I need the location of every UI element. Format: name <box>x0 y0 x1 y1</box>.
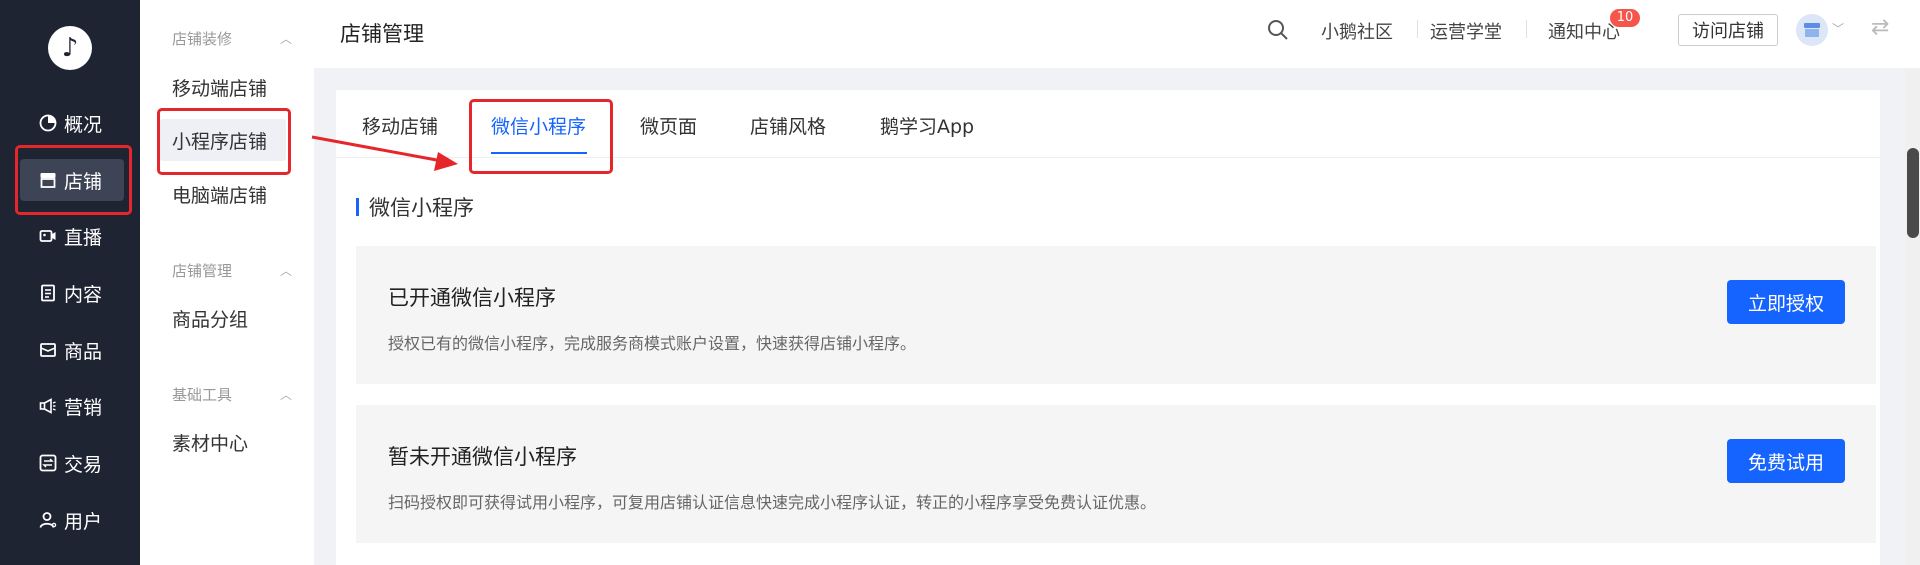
sidebar-item-pc-store[interactable]: 电脑端店铺 <box>160 173 286 215</box>
megaphone-icon <box>38 396 58 416</box>
panel-description: 授权已有的微信小程序，完成服务商模式账户设置，快速获得店铺小程序。 <box>388 334 917 353</box>
switch-icon[interactable]: ⇄ <box>1871 15 1889 40</box>
annotation-arrow <box>311 135 458 171</box>
section-accent-bar <box>356 198 359 216</box>
avatar[interactable] <box>1796 14 1828 46</box>
divider <box>1526 20 1527 38</box>
rail-item-overview[interactable]: 概况 <box>20 102 124 144</box>
free-trial-button[interactable]: 免费试用 <box>1727 439 1845 483</box>
section-title-text: 微信小程序 <box>369 196 474 220</box>
sidebar-item-label: 电脑端店铺 <box>172 184 268 207</box>
sidebar-item-mobile-store[interactable]: 移动端店铺 <box>160 66 286 108</box>
scrollbar[interactable] <box>1905 68 1920 565</box>
sidebar-item-asset-center[interactable]: 素材中心 <box>160 421 286 463</box>
section-title: 微信小程序 <box>356 195 474 220</box>
page-title: 店铺管理 <box>340 22 424 46</box>
rail-item-marketing[interactable]: 营销 <box>20 385 124 427</box>
group-store-management[interactable]: 店铺管理 ︿ <box>172 260 292 281</box>
rail-item-users[interactable]: 用户 <box>20 499 124 541</box>
notification-badge: 10 <box>1610 9 1640 27</box>
group-store-decoration[interactable]: 店铺装修 ︿ <box>172 28 292 49</box>
rail-item-label: 用户 <box>64 510 103 533</box>
sidebar-item-label: 商品分组 <box>172 308 249 331</box>
tab-goose-learning-app[interactable]: 鹅学习App <box>880 112 974 139</box>
annotation-box-wechat-tab <box>469 99 613 174</box>
chevron-up-icon: ︿ <box>279 388 292 402</box>
tab-micro-page[interactable]: 微页面 <box>640 112 697 139</box>
pie-chart-icon <box>38 113 58 133</box>
box-icon <box>38 340 58 360</box>
visit-store-button[interactable]: 访问店铺 <box>1678 14 1778 46</box>
group-label: 店铺管理 <box>172 262 233 280</box>
notification-center-link[interactable]: 通知中心 <box>1548 18 1620 44</box>
rail-item-content[interactable]: 内容 <box>20 272 124 314</box>
scrollbar-thumb[interactable] <box>1907 148 1919 238</box>
store-avatar-icon <box>1804 23 1820 37</box>
chevron-down-icon[interactable]: ﹀ <box>1832 20 1844 37</box>
group-basic-tools[interactable]: 基础工具 ︿ <box>172 384 292 405</box>
rail-item-label: 内容 <box>64 283 103 306</box>
rail-item-label: 营销 <box>64 396 103 419</box>
group-label: 基础工具 <box>172 386 233 404</box>
rail-item-trade[interactable]: 交易 <box>20 442 124 484</box>
annotation-box-store <box>15 145 132 215</box>
top-header: 店铺管理 小鹅社区 运营学堂 通知中心 10 访问店铺 ﹀ ⇄ <box>314 0 1920 68</box>
camera-icon <box>38 226 58 246</box>
annotation-box-mini-program-store <box>157 108 291 175</box>
logo-glyph: ♪ <box>61 33 79 63</box>
chevron-up-icon: ︿ <box>279 32 292 46</box>
user-icon <box>38 510 58 530</box>
chevron-up-icon: ︿ <box>279 264 292 278</box>
panel-description: 扫码授权即可获得试用小程序，可复用店铺认证信息快速完成小程序认证，转正的小程序享… <box>388 493 1157 512</box>
rail-item-label: 交易 <box>64 453 103 476</box>
document-icon <box>38 283 58 303</box>
sub-sidebar: 店铺装修 ︿ 移动端店铺 小程序店铺 电脑端店铺 店铺管理 ︿ 商品分组 基础工… <box>140 0 314 565</box>
rail-item-label: 商品 <box>64 340 103 363</box>
rail-item-label: 直播 <box>64 226 103 249</box>
panel-heading: 暂未开通微信小程序 <box>388 445 577 469</box>
rail-item-live[interactable]: 直播 <box>20 215 124 257</box>
sidebar-item-label: 移动端店铺 <box>172 77 268 100</box>
exchange-icon <box>38 453 58 473</box>
main-nav-rail: ♪ 概况 店铺 直播 内容 商品 营销 交易 用户 <box>0 0 140 565</box>
divider <box>1417 20 1418 38</box>
sidebar-item-product-groups[interactable]: 商品分组 <box>160 297 286 339</box>
rail-item-goods[interactable]: 商品 <box>20 329 124 371</box>
academy-link[interactable]: 运营学堂 <box>1430 18 1502 44</box>
panel-authorize: 已开通微信小程序 授权已有的微信小程序，完成服务商模式账户设置，快速获得店铺小程… <box>356 246 1876 384</box>
rail-item-label: 概况 <box>64 113 103 136</box>
tab-store-style[interactable]: 店铺风格 <box>750 112 826 139</box>
group-label: 店铺装修 <box>172 30 233 48</box>
community-link[interactable]: 小鹅社区 <box>1321 18 1393 44</box>
authorize-now-button[interactable]: 立即授权 <box>1727 280 1845 324</box>
panel-heading: 已开通微信小程序 <box>388 286 556 310</box>
app-logo[interactable]: ♪ <box>48 26 92 70</box>
panel-free-trial: 暂未开通微信小程序 扫码授权即可获得试用小程序，可复用店铺认证信息快速完成小程序… <box>356 405 1876 543</box>
search-icon[interactable] <box>1266 18 1290 42</box>
sidebar-item-label: 素材中心 <box>172 432 249 455</box>
